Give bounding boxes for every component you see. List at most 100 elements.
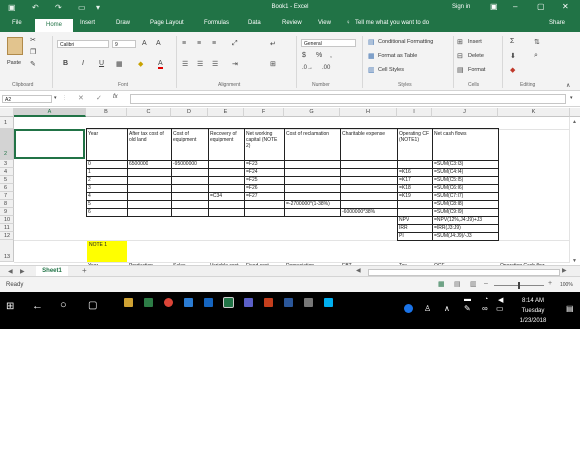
cell-e2[interactable]: Recovery of equipment: [210, 131, 243, 143]
column-header-j[interactable]: J: [432, 108, 498, 117]
tab-data[interactable]: Data: [248, 20, 261, 26]
cell-i7[interactable]: =K19: [399, 193, 411, 199]
windows-start-icon[interactable]: ⊞: [6, 301, 14, 312]
cell-j10[interactable]: =NPV(12%,J4:J9)+J3: [434, 217, 482, 223]
cell-h2[interactable]: Charitable expense: [342, 131, 396, 137]
cell-d3[interactable]: -95000000: [173, 161, 197, 167]
page-break-view-icon[interactable]: ▥: [470, 280, 477, 288]
format-as-table-button[interactable]: Format as Table: [378, 53, 417, 59]
file-explorer-icon[interactable]: [124, 298, 133, 307]
align-center-icon[interactable]: ☰: [197, 60, 203, 68]
minimize-button[interactable]: –: [513, 2, 517, 11]
collapse-ribbon-icon[interactable]: ∧: [566, 82, 570, 89]
scroll-up-icon[interactable]: ▲: [572, 119, 577, 125]
normal-view-icon[interactable]: ▦: [438, 280, 445, 288]
cell-j5[interactable]: =SUM(C5:I5): [434, 177, 463, 183]
mail-icon[interactable]: [304, 298, 313, 307]
close-button[interactable]: ✕: [562, 2, 569, 11]
clock[interactable]: 8:14 AM Tuesday 1/23/2018: [513, 296, 553, 326]
horizontal-scrollbar[interactable]: [368, 269, 560, 276]
column-header-b[interactable]: B: [86, 108, 127, 117]
format-painter-icon[interactable]: ✎: [30, 60, 36, 68]
share-button[interactable]: Share: [549, 20, 565, 26]
wifi-icon[interactable]: ◔: [484, 296, 488, 303]
cell-i4[interactable]: =K16: [399, 169, 411, 175]
page-layout-view-icon[interactable]: ▤: [454, 280, 461, 288]
number-format-select[interactable]: General: [301, 39, 356, 47]
pen-icon[interactable]: ✎: [464, 304, 471, 313]
zoom-level[interactable]: 100%: [560, 282, 573, 288]
edge-icon[interactable]: [184, 298, 193, 307]
decrease-font-icon[interactable]: A: [156, 40, 161, 47]
task-view-icon[interactable]: ▢: [88, 300, 97, 311]
insert-cells-icon[interactable]: ⊞: [457, 38, 463, 46]
cell-g8[interactable]: =-2700000*(1-38%): [286, 201, 330, 207]
column-header-f[interactable]: F: [244, 108, 284, 117]
align-middle-icon[interactable]: ≡: [197, 40, 201, 47]
font-color-button[interactable]: A: [158, 60, 163, 69]
sort-filter-icon[interactable]: ⇅: [534, 38, 540, 46]
sign-in-link[interactable]: Sign in: [452, 4, 470, 10]
cell-b5[interactable]: 2: [88, 177, 91, 183]
system-tray-chevron-icon[interactable]: ∧: [444, 304, 450, 313]
cell-g2[interactable]: Cost of reclamation: [286, 131, 339, 137]
cell-e7[interactable]: =C34: [210, 193, 222, 199]
accounting-button[interactable]: $: [302, 52, 306, 59]
cell-d2[interactable]: Cost of equipment: [173, 131, 207, 143]
paste-icon[interactable]: [7, 37, 23, 55]
underline-button[interactable]: U: [99, 60, 104, 67]
row-header-10[interactable]: 10: [0, 216, 14, 224]
bold-button[interactable]: B: [63, 60, 68, 67]
cell-i5[interactable]: =K17: [399, 177, 411, 183]
volume-icon[interactable]: ◀: [498, 296, 503, 304]
zoom-slider-thumb[interactable]: [518, 282, 520, 289]
format-cells-icon[interactable]: ▤: [457, 66, 464, 74]
cell-b13[interactable]: NOTE 1: [87, 241, 127, 262]
column-header-g[interactable]: G: [284, 108, 340, 117]
row-header-2[interactable]: 2: [0, 129, 14, 160]
align-top-icon[interactable]: ≡: [182, 40, 186, 47]
zoom-out-button[interactable]: –: [484, 280, 488, 287]
fill-color-icon[interactable]: ◆: [138, 60, 143, 68]
font-name-select[interactable]: Calibri: [57, 40, 109, 48]
cell-b2[interactable]: Year: [88, 131, 126, 137]
cell-c2[interactable]: After tax cost of old land: [129, 131, 170, 143]
column-header-h[interactable]: H: [340, 108, 397, 117]
cell-b4[interactable]: 1: [88, 169, 91, 175]
row-header-12[interactable]: 12: [0, 232, 14, 240]
align-bottom-icon[interactable]: ≡: [212, 40, 216, 47]
percent-button[interactable]: %: [316, 52, 322, 59]
cell-f3[interactable]: =F23: [246, 161, 258, 167]
cell-styles-icon[interactable]: ▥: [368, 66, 375, 74]
cell-styles-button[interactable]: Cell Styles: [378, 67, 404, 73]
cell-f7[interactable]: =F27: [246, 193, 258, 199]
cell-b3[interactable]: 0: [88, 161, 91, 167]
next-sheet-icon[interactable]: ▶: [20, 268, 25, 275]
increase-font-icon[interactable]: A: [142, 40, 147, 47]
cell-j12[interactable]: =SUM(J4:J9)/-J3: [434, 233, 472, 239]
orientation-icon[interactable]: ⤢: [232, 40, 238, 48]
cell-i11[interactable]: IRR: [399, 225, 408, 231]
cortana-circle-icon[interactable]: ○: [60, 299, 67, 311]
row-header-3[interactable]: 3: [0, 160, 14, 168]
column-header-k[interactable]: K: [498, 108, 570, 117]
cell-j6[interactable]: =SUM(C6:I6): [434, 185, 463, 191]
notification-badge-icon[interactable]: [404, 304, 413, 313]
delete-button[interactable]: Delete: [468, 53, 484, 59]
people-icon[interactable]: ♙: [424, 304, 431, 313]
italic-button[interactable]: I: [82, 60, 84, 67]
cell-b6[interactable]: 3: [88, 185, 91, 191]
cell-i12[interactable]: PI: [399, 233, 404, 239]
conditional-formatting-icon[interactable]: ▤: [368, 38, 375, 46]
cell-f2[interactable]: Net working capital (NOTE 2): [246, 131, 283, 149]
settings-app-icon[interactable]: [204, 298, 213, 307]
ribbon-display-icon[interactable]: ▣: [490, 2, 498, 11]
scroll-down-icon[interactable]: ▼: [572, 258, 577, 264]
formula-input[interactable]: [130, 94, 566, 104]
format-as-table-icon[interactable]: ▦: [368, 52, 375, 60]
cell-j2[interactable]: Net cash flows: [434, 131, 496, 137]
cell-b8[interactable]: 5: [88, 201, 91, 207]
find-select-icon[interactable]: ⌕: [534, 52, 538, 60]
cell-i10[interactable]: NPV: [399, 217, 409, 223]
skype-icon[interactable]: [324, 298, 333, 307]
